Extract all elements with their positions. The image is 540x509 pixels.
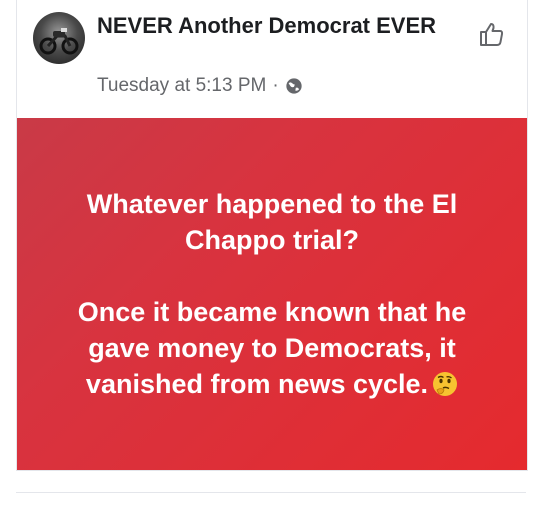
feed-divider — [16, 492, 526, 493]
post-card: NEVER Another Democrat EVER Tuesday at 5… — [16, 0, 528, 471]
like-icon[interactable] — [477, 20, 505, 48]
motorcycle-icon — [39, 28, 79, 55]
post-meta: Tuesday at 5:13 PM · — [97, 75, 303, 97]
author-name[interactable]: NEVER Another Democrat EVER — [97, 12, 457, 40]
post-text-statement-body: Once it became known that he gave money … — [77, 297, 467, 399]
globe-icon[interactable] — [285, 77, 303, 95]
avatar[interactable] — [33, 12, 85, 64]
colored-text-post-background: Whatever happened to the El Chappo trial… — [17, 118, 527, 470]
post-text-question: Whatever happened to the El Chappo trial… — [86, 189, 458, 255]
facebook-post-screenshot: NEVER Another Democrat EVER Tuesday at 5… — [0, 0, 540, 509]
post-text-statement: Once it became known that he gave money … — [52, 294, 492, 402]
thinking-face-emoji — [433, 372, 458, 396]
post-timestamp[interactable]: Tuesday at 5:13 PM — [97, 75, 266, 97]
meta-separator: · — [272, 75, 279, 96]
